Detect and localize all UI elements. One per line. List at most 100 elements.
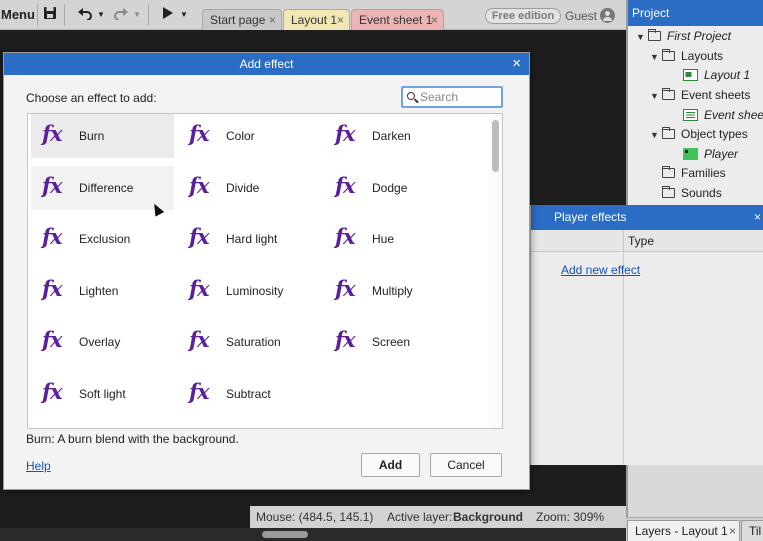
vertical-scrollbar[interactable] bbox=[489, 114, 502, 428]
effect-item[interactable]: fx Subtract bbox=[178, 372, 321, 416]
fx-icon: fx bbox=[335, 121, 356, 146]
tree-item-event-sheets[interactable]: ▼ Event sheets bbox=[650, 86, 750, 104]
tree-item-player[interactable]: Player bbox=[683, 145, 738, 163]
layers-panel-area bbox=[626, 465, 763, 521]
fx-icon: fx bbox=[42, 276, 63, 301]
folder-icon bbox=[662, 127, 675, 139]
help-link[interactable]: Help bbox=[26, 459, 51, 473]
fx-icon: fx bbox=[335, 173, 356, 198]
player-effects-title: Player effects × bbox=[531, 205, 763, 230]
effect-item[interactable]: fx Dodge bbox=[324, 166, 467, 210]
effect-item[interactable]: fx Color bbox=[178, 114, 321, 158]
effect-label: Color bbox=[226, 129, 255, 143]
save-icon[interactable] bbox=[41, 6, 59, 24]
dialog-title-bar: Add effect × bbox=[4, 53, 529, 75]
scrollbar-thumb[interactable] bbox=[492, 120, 499, 172]
effect-label: Multiply bbox=[372, 284, 413, 298]
tree-item-families[interactable]: Families bbox=[662, 164, 726, 182]
tab-layout-1[interactable]: Layout 1 × bbox=[283, 9, 350, 30]
play-icon[interactable] bbox=[159, 6, 177, 24]
project-panel-title: Project bbox=[628, 0, 763, 26]
fx-icon: fx bbox=[335, 276, 356, 301]
search-icon bbox=[407, 92, 415, 100]
redo-icon[interactable] bbox=[112, 6, 130, 24]
collapse-arrow-icon[interactable]: ▼ bbox=[650, 126, 662, 144]
effect-item[interactable]: fx Divide bbox=[178, 166, 321, 210]
tree-item-layouts[interactable]: ▼ Layouts bbox=[650, 47, 723, 65]
add-effect-dialog: Add effect × Choose an effect to add: Se… bbox=[3, 52, 530, 490]
tree-item-sounds[interactable]: Sounds bbox=[662, 184, 722, 202]
fx-icon: fx bbox=[189, 173, 210, 198]
effect-description: Burn: A burn blend with the background. bbox=[26, 432, 239, 446]
close-icon[interactable]: × bbox=[512, 53, 521, 75]
close-icon[interactable]: × bbox=[431, 10, 438, 30]
effect-label: Exclusion bbox=[79, 232, 131, 246]
collapse-arrow-icon[interactable]: ▼ bbox=[650, 48, 662, 66]
collapse-arrow-icon[interactable]: ▼ bbox=[636, 28, 648, 46]
tab-tilemap[interactable]: Til bbox=[741, 520, 763, 541]
close-icon[interactable]: × bbox=[269, 10, 276, 30]
add-new-effect-link[interactable]: Add new effect bbox=[561, 263, 640, 277]
effect-label: Luminosity bbox=[226, 284, 284, 298]
effect-item[interactable]: fx Multiply bbox=[324, 269, 467, 313]
tree-item-object-types[interactable]: ▼ Object types bbox=[650, 125, 748, 143]
project-panel: Project ▼ First Project ▼ Layouts Layout 1… bbox=[626, 0, 763, 205]
effect-item[interactable]: fx Burn bbox=[31, 114, 174, 158]
effect-item[interactable]: fx Darken bbox=[324, 114, 467, 158]
effect-label: Screen bbox=[372, 335, 411, 349]
tab-start-page[interactable]: Start page × bbox=[202, 9, 282, 30]
fx-icon: fx bbox=[42, 173, 63, 198]
effect-item[interactable]: fx Hard light bbox=[178, 217, 321, 261]
close-icon[interactable]: × bbox=[729, 521, 736, 541]
effect-item[interactable]: fx Luminosity bbox=[178, 269, 321, 313]
tree-item-layout-1[interactable]: Layout 1 bbox=[683, 66, 750, 84]
fx-icon: fx bbox=[42, 327, 63, 352]
effect-item[interactable]: fx Hue bbox=[324, 217, 467, 261]
undo-dropdown-chevron-icon[interactable]: ▼ bbox=[96, 6, 106, 24]
dialog-title: Add effect bbox=[239, 57, 294, 71]
sprite-icon bbox=[683, 148, 698, 160]
active-layer-label: Active layer: bbox=[387, 510, 453, 524]
menu-button[interactable]: Menu bbox=[0, 3, 36, 27]
event-sheet-icon bbox=[683, 109, 698, 121]
folder-icon bbox=[662, 186, 675, 198]
play-dropdown-chevron-icon[interactable]: ▼ bbox=[179, 6, 189, 24]
user-name[interactable]: Guest bbox=[565, 8, 597, 24]
folder-icon bbox=[662, 88, 675, 100]
mouse-position: Mouse: (484.5, 145.1) bbox=[256, 510, 374, 524]
tree-item-first-project[interactable]: ▼ First Project bbox=[636, 27, 731, 45]
effect-list[interactable]: fx Burn fx Color fx Darken fx Difference fx Divid… bbox=[27, 113, 503, 429]
effect-item[interactable]: fx Exclusion bbox=[31, 217, 174, 261]
tab-event-sheet-1[interactable]: Event sheet 1 × bbox=[351, 9, 444, 30]
toolbar-divider bbox=[37, 4, 38, 26]
horizontal-scrollbar[interactable] bbox=[0, 528, 626, 541]
cancel-button[interactable]: Cancel bbox=[430, 453, 502, 477]
effect-item[interactable]: fx Saturation bbox=[178, 320, 321, 364]
toolbar-divider bbox=[64, 4, 65, 26]
undo-icon[interactable] bbox=[76, 6, 94, 24]
fx-icon: fx bbox=[189, 224, 210, 249]
layout-icon bbox=[683, 69, 698, 81]
collapse-arrow-icon[interactable]: ▼ bbox=[650, 87, 662, 105]
effect-label: Subtract bbox=[226, 387, 271, 401]
search-input[interactable]: Search bbox=[401, 86, 503, 108]
fx-icon: fx bbox=[189, 276, 210, 301]
effect-item[interactable]: fx Screen bbox=[324, 320, 467, 364]
effect-label: Divide bbox=[226, 181, 260, 195]
effect-item[interactable]: fx Lighten bbox=[31, 269, 174, 313]
scrollbar-thumb[interactable] bbox=[262, 531, 308, 538]
redo-dropdown-chevron-icon[interactable]: ▼ bbox=[132, 6, 142, 24]
tab-layers-layout-1[interactable]: Layers - Layout 1 × bbox=[627, 520, 740, 541]
close-icon[interactable]: × bbox=[754, 205, 761, 230]
user-avatar-icon[interactable] bbox=[600, 8, 615, 23]
effect-item[interactable]: fx Overlay bbox=[31, 320, 174, 364]
effect-item[interactable]: fx Soft light bbox=[31, 372, 174, 416]
bottom-panel-tabs: Layers - Layout 1 × Til bbox=[626, 517, 763, 541]
fx-icon: fx bbox=[42, 121, 63, 146]
close-icon[interactable]: × bbox=[337, 10, 344, 30]
fx-icon: fx bbox=[42, 379, 63, 404]
add-button[interactable]: Add bbox=[361, 453, 420, 477]
tree-item-event-sheet[interactable]: Event sheet bbox=[683, 106, 763, 124]
effect-label: Hard light bbox=[226, 232, 278, 246]
active-layer-name: Background bbox=[453, 510, 524, 524]
